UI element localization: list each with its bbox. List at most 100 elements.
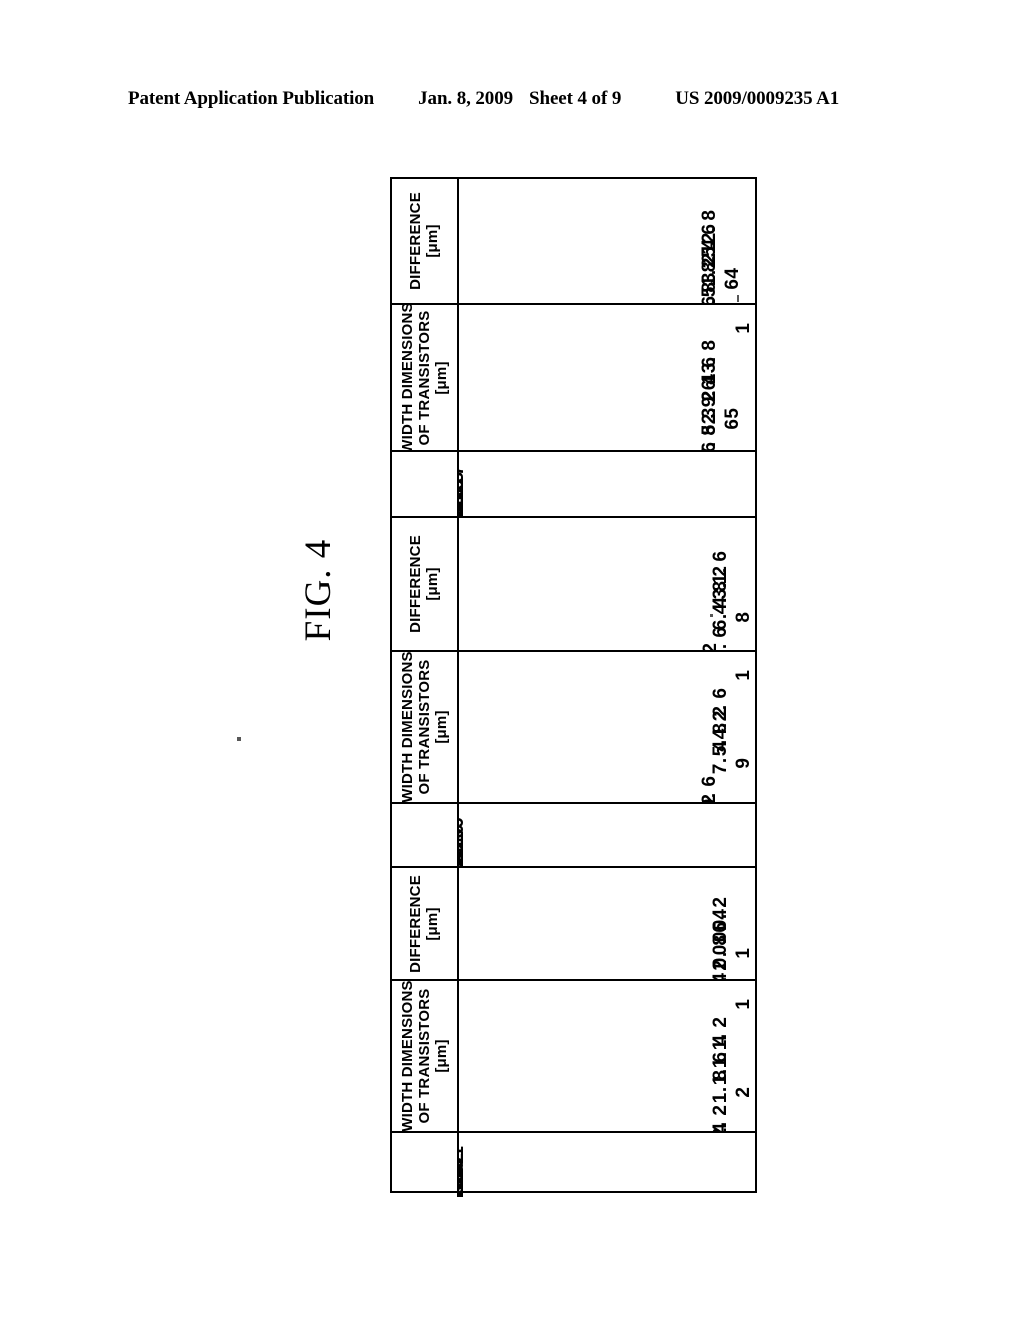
width-band-1: WIDTH DIMENSIONS OF TRANSISTORS [μm] 1 1… [392,979,755,1131]
width-value: 90. 6 [699,442,720,451]
table-cell: 9 [459,749,755,769]
label-values-3: T117 T118 T119 T120 T121 T122 T123 T124 [459,452,755,516]
figure-label: FIG. 4 [297,538,339,642]
table-cell: 90. 6 [459,433,755,451]
width-unit-text: [μm] [431,710,449,744]
table-cell: 7. 4 [459,732,755,774]
width-header-3: WIDTH DIMENSIONS OF TRANSISTORS [μm] [392,305,459,450]
width-value: 2. 4 [710,1122,731,1131]
table-cell: 89. 6 [459,289,755,303]
table-cell: 6. 4 [459,589,755,630]
difference-header-1: DIFFERENCE [μm] [392,868,459,979]
width-band-3: WIDTH DIMENSIONS OF TRANSISTORS [μm] 1 1… [392,303,755,450]
label-band-1: T101 T102 T103 T104 T105 T106 T107 T108 [392,1131,755,1197]
table-cell: 2. 2 [459,1096,755,1131]
width-header-line1: WIDTH DIMENSIONS [398,305,416,450]
table-cell: T105 [459,1170,755,1197]
table-cell: T120 [459,482,755,516]
difference-header-text: DIFFERENCE [406,192,424,290]
width-header-1: WIDTH DIMENSIONS OF TRANSISTORS [μm] [392,981,459,1131]
table-group-3: DIFFERENCE [μm] 12. 8 25. 6 38. 4 51. 2 … [392,179,755,516]
transistor-dimension-table: DIFFERENCE [μm] 12. 8 25. 6 38. 4 51. 2 … [390,177,757,1197]
table-cell: 2. 6 [459,679,755,721]
width-values-2: 1 2. 6 4. 2 5. 8 7. 4 9 10. 6 12. 2 [459,652,755,802]
table-cell: T101 [459,1142,755,1190]
table-cell: 2 [459,1078,755,1098]
width-unit-text: [μm] [431,360,449,395]
table-cell: 3. 2 [459,558,755,599]
transistor-label: T108 [459,1194,468,1197]
difference-unit-text: [μm] [423,224,441,258]
table-cell: 1 [459,990,755,1010]
table-cell: 2. 4 [459,1113,755,1131]
table-cell: 12. 8 [459,202,755,255]
table-cell: T102 [459,1149,755,1197]
difference-header-text: DIFFERENCE [406,874,424,973]
table-group-2: DIFFERENCE [μm] 1. 6 3. 2 4. 8 6. 4 8 9.… [392,516,755,868]
table-cell: T117 [459,461,755,508]
table-cell: 1 [459,941,755,958]
difference-unit-text: [μm] [423,906,441,941]
difference-value: 11. 2 [700,642,721,650]
table-cell: 65 [459,399,755,430]
table-cell: T119 [459,475,755,516]
table-cell: 64 [459,260,755,289]
scan-artifact [710,613,713,617]
table-cell: 9. 6 [459,619,755,650]
difference-value: 89. 6 [699,296,720,303]
table-cell: T123 [459,502,755,516]
table-cell: T103 [459,1156,755,1197]
width-header-line2: OF TRANSISTORS [415,659,433,795]
table-cell: T124 [459,509,755,516]
table-cell: 5. 8 [459,714,755,757]
width-header-line1: WIDTH DIMENSIONS [398,981,416,1131]
table-cell: 51. 2 [459,246,755,298]
table-group-1: DIFFERENCE [μm] 0. 2 0. 4 0. 6 0. 8 1 1.… [392,866,755,1197]
difference-header-2: DIFFERENCE [μm] [392,518,459,650]
table-cell: T118 [459,468,755,515]
table-cell: 76. 8 [459,274,755,303]
difference-values-1: 0. 2 0. 4 0. 6 0. 8 1 1. 2 1. 4 [459,868,755,979]
table-cell: T113 [459,841,755,868]
table-cell: 1. 6 [459,1043,755,1086]
width-value: 12. 2 [699,793,720,802]
width-values-3: 1 13. 8 26. 6 39. 4 52. 2 65 77. 8 90. 6 [459,305,755,451]
table-cell: 77. 8 [459,416,755,451]
table-cell: 38. 4 [459,231,755,283]
table-cell: 1. 2 [459,954,755,979]
width-values-1: 1 1. 2 1. 4 1. 6 1. 8 2 2. 2 2. 4 [459,981,755,1131]
label-header-3 [392,452,459,516]
table-cell: 0. 4 [459,903,755,943]
difference-band-3: DIFFERENCE [μm] 12. 8 25. 6 38. 4 51. 2 … [392,179,755,303]
table-cell [459,527,755,542]
label-band-2: T109 T110 T111 T112 T113 T114 T115 T116 [392,802,755,868]
table-cell: 1. 2 [459,1008,755,1050]
table-cell: T121 [459,489,755,516]
scan-artifact [237,737,241,741]
label-band-3: T117 T118 T119 T120 T121 T122 T123 T124 [392,450,755,516]
difference-values-3: 12. 8 25. 6 38. 4 51. 2 64 76. 8 89. 6 [459,179,755,303]
table-cell: 39. 4 [459,365,755,419]
label-header-2 [392,804,459,868]
table-cell: T122 [459,495,755,516]
table-cell: T115 [459,854,755,868]
difference-header-3: DIFFERENCE [μm] [392,179,459,303]
table-cell: 0. 6 [459,915,755,956]
table-cell: T112 [459,834,755,868]
width-header-line2: OF TRANSISTORS [415,309,433,446]
table-cell: T108 [459,1190,755,1197]
table-cell: 8 [459,604,755,623]
sheet-number: Sheet 4 of 9 [529,88,622,109]
table-cell: T107 [459,1183,755,1197]
table-cell: 4. 8 [459,573,755,615]
table-cell: 1. 4 [459,966,755,979]
table-cell: T106 [459,1176,755,1197]
table-cell: T104 [459,1163,755,1197]
label-header-1 [392,1133,459,1197]
table-cell: T109 [459,813,755,861]
table-cell: T111 [459,827,755,868]
table-cell: 12. 2 [459,784,755,802]
difference-band-2: DIFFERENCE [μm] 1. 6 3. 2 4. 8 6. 4 8 9.… [392,518,755,650]
table-cell: 1. 4 [459,1025,755,1068]
width-header-line2: OF TRANSISTORS [415,988,433,1124]
